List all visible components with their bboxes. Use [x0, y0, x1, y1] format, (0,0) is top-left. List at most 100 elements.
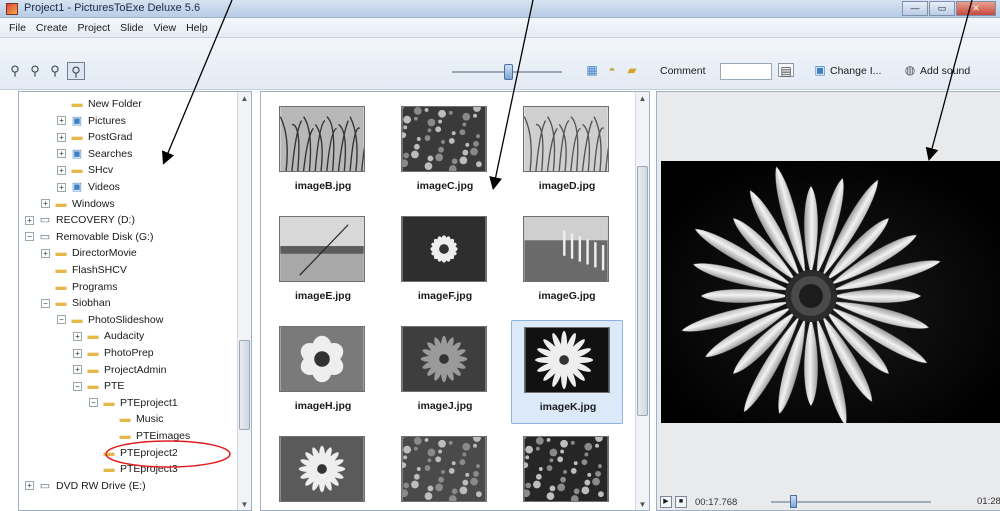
menu-view[interactable]: View: [148, 22, 181, 34]
tree-item[interactable]: − ▬ PTE: [73, 378, 124, 394]
thumbnail-image[interactable]: [401, 106, 487, 172]
thumbnail-cell[interactable]: imageD.jpg: [511, 100, 623, 204]
thumbnail-cell[interactable]: imageC.jpg: [389, 100, 501, 204]
add-sound-icon[interactable]: ◍: [902, 63, 918, 77]
thumbnail-image[interactable]: [279, 326, 365, 392]
thumbnail-cell[interactable]: imageE.jpg: [267, 210, 379, 314]
tree-item[interactable]: ▬ PTEproject2: [89, 445, 178, 461]
tree-scrollbar[interactable]: ▲ ▼: [237, 92, 251, 510]
thumbnail-cell[interactable]: imageK.jpg: [511, 320, 623, 424]
thumbnail-image[interactable]: [279, 106, 365, 172]
grid-scrollbar[interactable]: ▲ ▼: [635, 92, 649, 510]
tree-item[interactable]: + ▬ Audacity: [73, 328, 144, 344]
comment-edit-icon[interactable]: ▤: [778, 63, 794, 78]
maximize-button[interactable]: ▭: [929, 1, 955, 16]
folder-tree[interactable]: ▬ New Folder + ▣ Pictures + ▬ PostGrad + ▣ Searche…: [18, 91, 252, 511]
thumbnail-image[interactable]: [523, 216, 609, 282]
menu-create[interactable]: Create: [31, 22, 73, 34]
thumbnail-cell[interactable]: imageH.jpg: [267, 320, 379, 424]
thumbnail-image[interactable]: [523, 106, 609, 172]
thumbnail-image[interactable]: [401, 326, 487, 392]
expand-icon[interactable]: +: [73, 365, 82, 375]
expand-icon[interactable]: +: [57, 132, 66, 142]
collapse-icon[interactable]: −: [57, 315, 66, 325]
thumbnail-cell[interactable]: imageF.jpg: [389, 210, 501, 314]
tree-item[interactable]: + ▬ SHcv: [57, 162, 113, 178]
play-button[interactable]: ▶: [660, 496, 672, 508]
thumbnail-cell[interactable]: [511, 430, 623, 510]
tree-item[interactable]: − ▬ PTEproject1: [89, 395, 178, 411]
thumbnail-image[interactable]: [401, 216, 487, 282]
menu-file[interactable]: File: [4, 22, 31, 34]
thumbnail-image[interactable]: [523, 436, 609, 502]
tree-item[interactable]: ▬ Music: [105, 411, 164, 427]
expand-icon[interactable]: +: [57, 149, 66, 159]
tree-item[interactable]: ▬ Programs: [41, 279, 118, 295]
tree-item[interactable]: ▬ FlashSHCV: [41, 262, 127, 278]
collapse-icon[interactable]: −: [41, 298, 50, 308]
tree-item[interactable]: − ▭ Removable Disk (G:): [25, 229, 153, 245]
change-image-button[interactable]: Change I...: [830, 65, 881, 77]
tree-item[interactable]: − ▬ Siobhan: [41, 295, 111, 311]
scroll-down-arrow[interactable]: ▼: [636, 498, 649, 510]
stop-button[interactable]: ■: [675, 496, 687, 508]
scroll-up-arrow[interactable]: ▲: [636, 92, 649, 105]
tree-item[interactable]: + ▣ Searches: [57, 146, 132, 162]
thumbnail-cell[interactable]: [389, 430, 501, 510]
thumbnail-cell[interactable]: imageB.jpg: [267, 100, 379, 204]
timeline-thumb[interactable]: [790, 495, 798, 508]
expand-icon[interactable]: +: [57, 182, 66, 192]
grid-scroll-thumb[interactable]: [637, 166, 648, 416]
thumbnail-grid[interactable]: imageB.jpg imageC.jpg imageD.jpg imageE.jpg…: [260, 91, 650, 511]
comment-input[interactable]: [720, 63, 772, 80]
expand-icon[interactable]: +: [41, 199, 50, 209]
tree-item[interactable]: + ▭ DVD RW Drive (E:): [25, 478, 146, 494]
expand-icon[interactable]: +: [41, 248, 50, 258]
menu-help[interactable]: Help: [181, 22, 213, 34]
expand-icon[interactable]: +: [73, 348, 82, 358]
tree-scroll-thumb[interactable]: [239, 340, 250, 430]
folder-icon[interactable]: ▰: [624, 63, 640, 77]
thumbnail-cell[interactable]: imageG.jpg: [511, 210, 623, 314]
view-icon-4[interactable]: ⚲: [67, 62, 85, 80]
view-icon-1[interactable]: ⚲: [6, 62, 24, 80]
tree-item[interactable]: + ▭ RECOVERY (D:): [25, 212, 135, 228]
thumbnail-cell[interactable]: imageJ.jpg: [389, 320, 501, 424]
scroll-up-arrow[interactable]: ▲: [238, 92, 251, 105]
tree-item[interactable]: + ▬ PhotoPrep: [73, 345, 154, 361]
minimize-button[interactable]: —: [902, 1, 928, 16]
tree-item[interactable]: + ▬ DirectorMovie: [41, 245, 137, 261]
expand-icon[interactable]: +: [57, 165, 66, 175]
view-icon-3[interactable]: ⚲: [46, 62, 64, 80]
thumbnail-image[interactable]: [279, 216, 365, 282]
tree-item[interactable]: ▬ New Folder: [57, 96, 142, 112]
add-sound-button[interactable]: Add sound: [920, 65, 970, 77]
collapse-icon[interactable]: −: [73, 381, 82, 391]
menu-project[interactable]: Project: [72, 22, 115, 34]
expand-icon[interactable]: +: [25, 215, 34, 225]
tree-item[interactable]: + ▬ ProjectAdmin: [73, 362, 166, 378]
tree-item[interactable]: + ▬ PostGrad: [57, 129, 132, 145]
zoom-slider-thumb[interactable]: [504, 64, 513, 80]
thumbnail-image[interactable]: [279, 436, 365, 502]
expand-icon[interactable]: +: [57, 116, 66, 126]
tree-item[interactable]: − ▬ PhotoSlideshow: [57, 312, 163, 328]
tree-item[interactable]: + ▣ Pictures: [57, 113, 126, 129]
open-folder-icon[interactable]: ◓: [604, 63, 620, 77]
change-image-icon[interactable]: ▣: [812, 63, 828, 77]
tree-item[interactable]: ▬ PTEimages: [105, 428, 191, 444]
collapse-icon[interactable]: −: [25, 232, 34, 242]
scroll-down-arrow[interactable]: ▼: [238, 498, 251, 510]
tree-item[interactable]: + ▬ Windows: [41, 196, 115, 212]
menu-slide[interactable]: Slide: [115, 22, 148, 34]
thumbnail-cell[interactable]: [267, 430, 379, 510]
close-button[interactable]: ✕: [956, 1, 996, 16]
collapse-icon[interactable]: −: [89, 398, 98, 408]
thumbnail-image[interactable]: [401, 436, 487, 502]
expand-icon[interactable]: +: [73, 331, 82, 341]
tree-item[interactable]: ▬ PTEproject3: [89, 461, 178, 477]
thumbnail-view-icon[interactable]: ▦: [584, 63, 600, 77]
expand-icon[interactable]: +: [25, 481, 34, 491]
thumbnail-image[interactable]: [524, 327, 610, 393]
view-icon-2[interactable]: ⚲: [26, 62, 44, 80]
